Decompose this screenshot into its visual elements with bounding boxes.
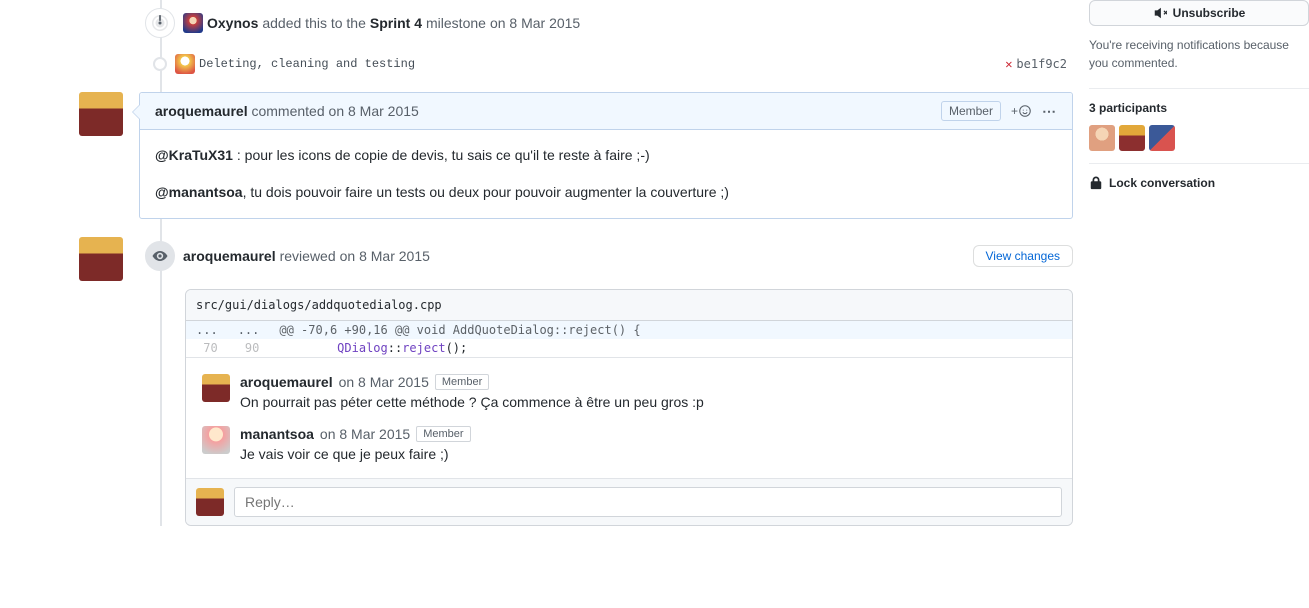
reply-row: [186, 478, 1072, 525]
diff-box: src/gui/dialogs/addquotedialog.cpp ... .…: [185, 289, 1073, 526]
comment: aroquemaurel commented on 8 Mar 2015 Mem…: [0, 92, 1073, 219]
avatar[interactable]: [196, 488, 224, 516]
avatar[interactable]: [202, 426, 230, 454]
eye-icon: [145, 241, 175, 271]
avatar[interactable]: [183, 13, 203, 33]
comment-action: commented: [251, 103, 324, 119]
inline-comment-text: Je vais voir ce que je peux faire ;): [240, 446, 1056, 462]
hunk-header: ... ... @@ -70,6 +90,16 @@ void AddQuote…: [186, 321, 1072, 339]
commit-event: Deleting, cleaning and testing ✕be1f9c2: [0, 46, 1073, 82]
reply-input[interactable]: [234, 487, 1062, 517]
mention[interactable]: @KraTuX31: [155, 147, 233, 163]
inline-comment: manantsoa on 8 Mar 2015 Member Je vais v…: [202, 418, 1056, 470]
participant-avatar[interactable]: [1089, 125, 1115, 151]
unsubscribe-button[interactable]: Unsubscribe: [1089, 0, 1309, 26]
view-changes-button[interactable]: View changes: [973, 245, 1074, 267]
member-badge: Member: [416, 426, 470, 442]
code-line: 70 90 QDialog::reject();: [186, 339, 1072, 357]
comment-body: @KraTuX31 : pour les icons de copie de d…: [140, 130, 1072, 218]
inline-comment-author[interactable]: manantsoa: [240, 426, 314, 442]
comment-header: aroquemaurel commented on 8 Mar 2015 Mem…: [140, 93, 1072, 130]
avatar[interactable]: [79, 237, 123, 281]
avatar[interactable]: [202, 374, 230, 402]
milestone-link[interactable]: Sprint 4: [370, 15, 422, 31]
comment-author-link[interactable]: aroquemaurel: [155, 103, 248, 119]
avatar[interactable]: [175, 54, 195, 74]
participants-heading: 3 participants: [1089, 101, 1309, 115]
comment-date[interactable]: on 8 Mar 2015: [329, 103, 419, 119]
milestone-event: Oxynos added this to the Sprint 4 milest…: [0, 0, 1073, 46]
add-reaction-button[interactable]: +: [1011, 104, 1032, 118]
member-badge: Member: [941, 101, 1001, 121]
commit-sha[interactable]: ✕be1f9c2: [1005, 57, 1067, 71]
review: aroquemaurel reviewed on 8 Mar 2015 View…: [0, 237, 1073, 526]
status-fail-icon: ✕: [1005, 57, 1012, 71]
participant-avatar[interactable]: [1149, 125, 1175, 151]
member-badge: Member: [435, 374, 489, 390]
commit-message[interactable]: Deleting, cleaning and testing: [199, 57, 415, 71]
inline-comment-text: On pourrait pas péter cette méthode ? Ça…: [240, 394, 1056, 410]
milestone-icon: [145, 8, 175, 38]
mute-icon: [1153, 6, 1167, 20]
mention[interactable]: @manantsoa: [155, 184, 243, 200]
event-date: on 8 Mar 2015: [490, 15, 580, 31]
inline-comment: aroquemaurel on 8 Mar 2015 Member On pou…: [202, 366, 1056, 418]
participants-list: [1089, 125, 1309, 151]
diff-file-path[interactable]: src/gui/dialogs/addquotedialog.cpp: [186, 290, 1072, 321]
lock-conversation-link[interactable]: Lock conversation: [1089, 176, 1309, 190]
review-action: reviewed: [280, 248, 336, 264]
subscription-note: You're receiving notifications because y…: [1089, 36, 1309, 89]
commit-dot-icon: [153, 57, 167, 71]
avatar[interactable]: [79, 92, 123, 136]
review-date[interactable]: on 8 Mar 2015: [340, 248, 430, 264]
review-author-link[interactable]: aroquemaurel: [183, 248, 276, 264]
event-action: added this to the: [262, 15, 366, 31]
inline-comment-author[interactable]: aroquemaurel: [240, 374, 333, 390]
inline-comment-date[interactable]: on 8 Mar 2015: [339, 374, 429, 390]
lock-icon: [1089, 176, 1103, 190]
comment-menu-button[interactable]: ⋯: [1042, 103, 1057, 120]
inline-comment-date[interactable]: on 8 Mar 2015: [320, 426, 410, 442]
participant-avatar[interactable]: [1119, 125, 1145, 151]
actor-link[interactable]: Oxynos: [207, 15, 258, 31]
event-suffix: milestone: [426, 15, 486, 31]
